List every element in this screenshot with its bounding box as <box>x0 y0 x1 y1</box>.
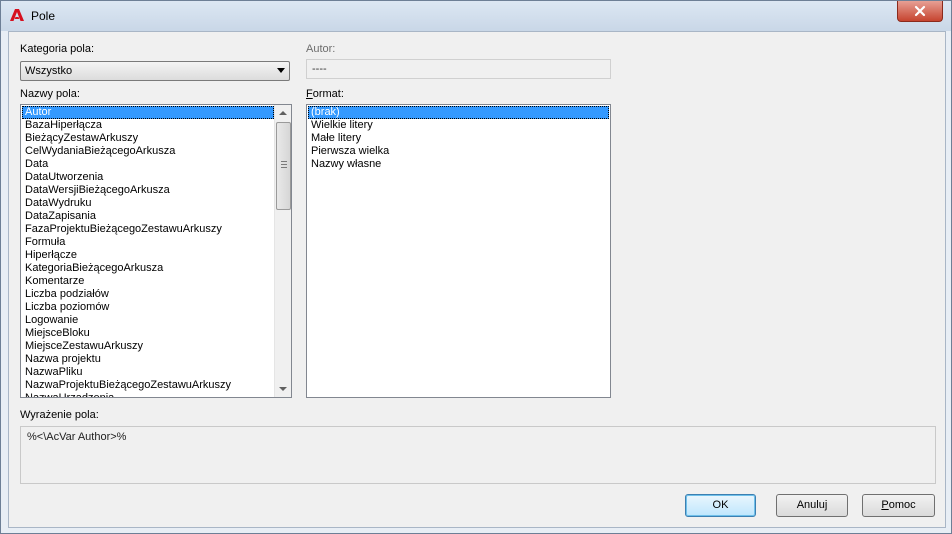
list-item[interactable]: NazwaPliku <box>22 366 274 379</box>
format-items: (brak) Wielkie litery Małe litery Pierwsza … <box>308 106 609 171</box>
cancel-button[interactable]: Anuluj <box>776 494 848 517</box>
author-value: ---- <box>312 63 327 75</box>
field-names-list[interactable]: Autor BazaHiperłącza BieżącyZestawArkuszy C… <box>20 104 292 398</box>
list-item[interactable]: NazwaUrządzenia <box>22 392 274 397</box>
category-label: Kategoria pola: <box>20 43 94 55</box>
list-item[interactable]: DataUtworzenia <box>22 171 274 184</box>
list-item[interactable]: CelWydaniaBieżącegoArkusza <box>22 145 274 158</box>
list-item[interactable]: Nazwa projektu <box>22 353 274 366</box>
chevron-down-icon <box>277 68 285 73</box>
expression-value: %<\AcVar Author>% <box>27 431 127 443</box>
expression-label: Wyrażenie pola: <box>20 409 99 421</box>
field-dialog: Pole Kategoria pola: Wszystko Autor: ---… <box>0 0 952 534</box>
category-dropdown[interactable]: Wszystko <box>20 61 290 81</box>
list-item[interactable]: Komentarze <box>22 275 274 288</box>
format-label: Format: <box>306 88 344 100</box>
list-item[interactable]: Wielkie litery <box>308 119 609 132</box>
author-value-field: ---- <box>306 59 611 79</box>
list-item[interactable]: DataWydruku <box>22 197 274 210</box>
list-item[interactable]: KategoriaBieżącegoArkusza <box>22 262 274 275</box>
list-item[interactable]: (brak) <box>308 106 609 119</box>
list-item[interactable]: Data <box>22 158 274 171</box>
list-item[interactable]: DataZapisania <box>22 210 274 223</box>
list-item[interactable]: MiejsceZestawuArkuszy <box>22 340 274 353</box>
list-item[interactable]: FazaProjektuBieżącegoZestawuArkuszy <box>22 223 274 236</box>
list-item[interactable]: Małe litery <box>308 132 609 145</box>
list-item[interactable]: DataWersjiBieżącegoArkusza <box>22 184 274 197</box>
scroll-up-arrow-icon[interactable] <box>275 105 291 121</box>
scroll-thumb[interactable] <box>276 122 291 210</box>
close-button[interactable] <box>897 1 943 22</box>
list-item[interactable]: Hiperłącze <box>22 249 274 262</box>
list-item[interactable]: MiejsceBloku <box>22 327 274 340</box>
close-icon <box>914 5 926 17</box>
list-item[interactable]: Nazwy własne <box>308 158 609 171</box>
author-label: Autor: <box>306 43 336 55</box>
scroll-down-arrow-icon[interactable] <box>275 381 291 397</box>
list-item[interactable]: BazaHiperłącza <box>22 119 274 132</box>
window-title: Pole <box>31 9 56 23</box>
expression-field: %<\AcVar Author>% <box>20 426 936 484</box>
grip-icon <box>281 161 287 169</box>
field-names-items: Autor BazaHiperłącza BieżącyZestawArkuszy C… <box>22 106 274 397</box>
list-item[interactable]: Liczba poziomów <box>22 301 274 314</box>
help-button[interactable]: Pomoc <box>862 494 935 517</box>
ok-button[interactable]: OK <box>685 494 756 517</box>
list-item[interactable]: Pierwsza wielka <box>308 145 609 158</box>
field-names-label: Nazwy pola: <box>20 88 80 100</box>
list-item[interactable]: Liczba podziałów <box>22 288 274 301</box>
list-item[interactable]: BieżącyZestawArkuszy <box>22 132 274 145</box>
list-item[interactable]: NazwaProjektuBieżącegoZestawuArkuszy <box>22 379 274 392</box>
field-names-scrollbar[interactable] <box>274 105 291 397</box>
dialog-body: Kategoria pola: Wszystko Autor: ---- Naz… <box>8 31 946 528</box>
format-list[interactable]: (brak) Wielkie litery Małe litery Pierwsza … <box>306 104 611 398</box>
list-item[interactable]: Autor <box>22 106 274 119</box>
title-bar: Pole <box>1 1 951 31</box>
list-item[interactable]: Formuła <box>22 236 274 249</box>
autocad-logo-icon <box>10 9 24 21</box>
list-item[interactable]: Logowanie <box>22 314 274 327</box>
category-value: Wszystko <box>25 65 73 77</box>
